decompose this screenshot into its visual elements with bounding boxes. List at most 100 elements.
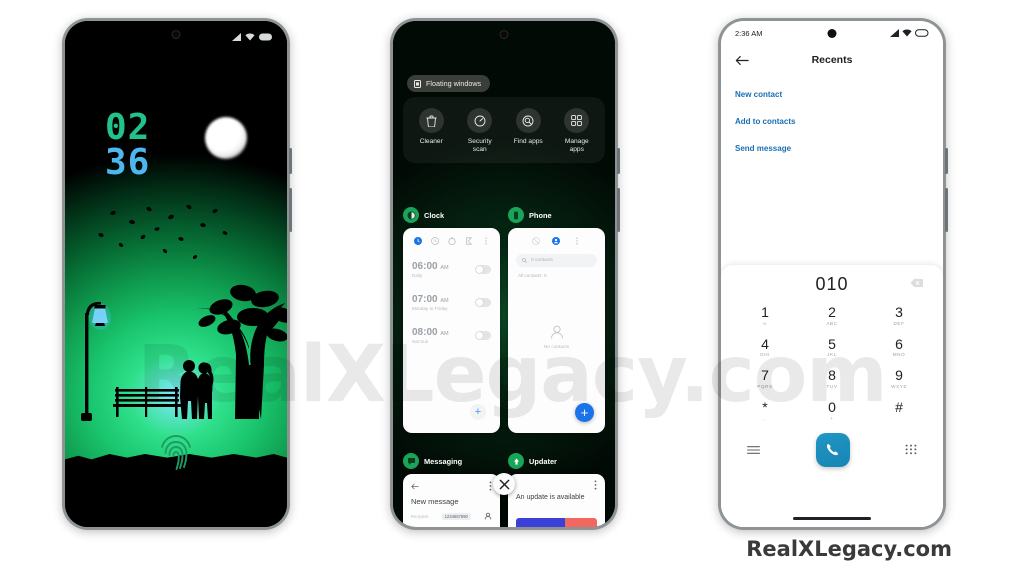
quick-action-manage-apps[interactable]: Manage apps xyxy=(554,108,600,154)
hamburger-menu-icon[interactable] xyxy=(747,445,760,455)
overflow-menu-icon[interactable] xyxy=(594,480,597,490)
alarm-row[interactable]: 07:00 AM Monday to Friday xyxy=(403,285,500,318)
alarm-toggle[interactable] xyxy=(475,265,491,274)
dialer-screen: 2:36 AM Recents New contact Add to conta… xyxy=(721,21,943,527)
keypad-icon[interactable] xyxy=(905,444,917,456)
alarm-repeat: Daily xyxy=(412,273,423,278)
floating-window-icon xyxy=(414,79,421,88)
backspace-icon xyxy=(910,278,923,288)
recipient-label: Recipient xyxy=(411,513,429,519)
search-placeholder: 0 contacts xyxy=(531,258,553,263)
add-contact-icon[interactable] xyxy=(484,512,492,520)
status-time: 2:36 AM xyxy=(735,28,763,38)
key-sublabel: PQRS xyxy=(757,384,773,390)
dialpad-key-6[interactable]: 6 MNO xyxy=(877,336,921,358)
fingerprint-icon[interactable] xyxy=(159,433,193,473)
dialpad-key-hash[interactable]: # xyxy=(877,400,921,421)
messaging-topbar xyxy=(403,474,500,491)
dialpad-key-7[interactable]: 7 PQRS xyxy=(743,368,787,389)
updater-app-preview[interactable]: An update is available xyxy=(508,474,605,527)
key-sublabel: MNO xyxy=(892,352,906,358)
battery-icon xyxy=(915,29,929,37)
lamp-post-silhouette xyxy=(81,302,111,421)
tab-alarm-icon[interactable] xyxy=(413,237,422,245)
search-icon xyxy=(515,108,541,133)
key-digit: 0 xyxy=(828,399,836,416)
volume-button[interactable] xyxy=(945,188,948,232)
key-digit: 5 xyxy=(828,335,836,352)
overflow-menu-icon[interactable] xyxy=(489,481,492,491)
alarm-row[interactable]: 08:00 AM Sat Sun xyxy=(403,318,500,351)
recent-card-phone[interactable]: Phone 0 contacts All contacts 0 No conta… xyxy=(508,207,605,433)
volume-button[interactable] xyxy=(617,188,620,232)
recent-card-messaging[interactable]: Messaging New message Recipient 12345678… xyxy=(403,453,500,527)
card-header: Clock xyxy=(403,207,500,223)
key-sublabel: TUV xyxy=(826,384,838,390)
overflow-menu-icon[interactable] xyxy=(573,237,581,245)
dialpad-key-8[interactable]: 8 TUV xyxy=(810,368,854,389)
gesture-navigation-bar[interactable] xyxy=(793,517,871,520)
overflow-menu-icon[interactable] xyxy=(482,237,490,245)
dialpad-key-4[interactable]: 4 GHI xyxy=(743,335,787,357)
send-message-link[interactable]: Send message xyxy=(735,135,929,162)
dialpad-key-1[interactable]: 1 ∞ xyxy=(743,305,787,326)
new-contact-link[interactable]: New contact xyxy=(735,81,929,108)
key-digit: 1 xyxy=(761,304,769,320)
clock-app-icon xyxy=(403,207,419,223)
tab-timer-icon[interactable] xyxy=(447,237,456,245)
search-icon xyxy=(522,258,527,263)
status-bar xyxy=(393,29,615,43)
alarm-toggle[interactable] xyxy=(475,331,491,340)
close-icon xyxy=(499,479,509,489)
key-sublabel: WXYZ xyxy=(891,384,907,390)
quick-action-find-apps[interactable]: Find apps xyxy=(505,108,551,154)
tab-contacts-icon[interactable] xyxy=(552,237,561,245)
key-digit: 4 xyxy=(761,335,769,352)
dialpad-key-5[interactable]: 5 JKL xyxy=(810,335,854,357)
front-camera xyxy=(171,30,181,39)
tab-clock-icon[interactable] xyxy=(430,237,439,245)
dialpad-key-star[interactable]: * , xyxy=(743,400,787,421)
add-contact-button[interactable]: + xyxy=(575,403,594,422)
power-button[interactable] xyxy=(945,148,948,174)
alarm-toggle[interactable] xyxy=(475,298,491,307)
recent-card-clock[interactable]: Clock 06:00 AM Daily 07:00 AM Monday to … xyxy=(403,207,500,433)
key-digit: 2 xyxy=(828,304,836,320)
alarm-repeat: Monday to Friday xyxy=(412,306,448,311)
new-message-title: New message xyxy=(411,497,459,506)
key-digit: 9 xyxy=(895,367,903,384)
key-sublabel: + xyxy=(830,415,834,421)
tab-stopwatch-icon[interactable] xyxy=(465,237,473,245)
back-arrow-icon[interactable] xyxy=(411,483,419,490)
floating-windows-chip[interactable]: Floating windows xyxy=(407,75,491,92)
dialpad-key-9[interactable]: 9 WXYZ xyxy=(877,368,921,389)
alarm-time: 06:00 AM xyxy=(412,261,449,272)
recent-card-updater[interactable]: Updater An update is available xyxy=(508,453,605,527)
dialer-action-links: New contact Add to contacts Send message xyxy=(735,81,929,162)
call-button[interactable] xyxy=(815,432,850,467)
phone-app-preview[interactable]: 0 contacts All contacts 0 No contacts + xyxy=(508,228,605,433)
phone-app-icon xyxy=(508,207,524,223)
quick-action-cleaner[interactable]: Cleaner xyxy=(408,108,454,154)
backspace-button[interactable] xyxy=(910,275,923,293)
add-to-contacts-link[interactable]: Add to contacts xyxy=(735,108,929,135)
card-header: Phone xyxy=(508,207,605,223)
clock-app-preview[interactable]: 06:00 AM Daily 07:00 AM Monday to Friday xyxy=(403,228,500,433)
dialpad-key-3[interactable]: 3 DEF xyxy=(877,305,921,326)
recents-cards-row-top: Clock 06:00 AM Daily 07:00 AM Monday to … xyxy=(403,207,605,433)
power-button[interactable] xyxy=(289,148,292,174)
alarm-row[interactable]: 06:00 AM Daily xyxy=(403,252,500,285)
close-card-button[interactable] xyxy=(493,473,515,495)
tab-recents-icon[interactable] xyxy=(532,237,541,245)
volume-button[interactable] xyxy=(289,188,292,232)
messaging-app-preview[interactable]: New message Recipient 1234567890 xyxy=(403,474,500,527)
quick-action-security-scan[interactable]: Security scan xyxy=(457,108,503,154)
contacts-search-input[interactable]: 0 contacts xyxy=(516,254,597,267)
dialpad-key-2[interactable]: 2 ABC xyxy=(810,305,854,326)
power-button[interactable] xyxy=(617,148,620,174)
recipient-row[interactable]: Recipient 1234567890 xyxy=(403,506,500,520)
dialer-header: Recents xyxy=(721,47,943,73)
update-banner-graphic xyxy=(516,518,597,527)
dialpad-key-0[interactable]: 0 + xyxy=(810,400,854,421)
add-alarm-button[interactable]: + xyxy=(470,404,486,420)
